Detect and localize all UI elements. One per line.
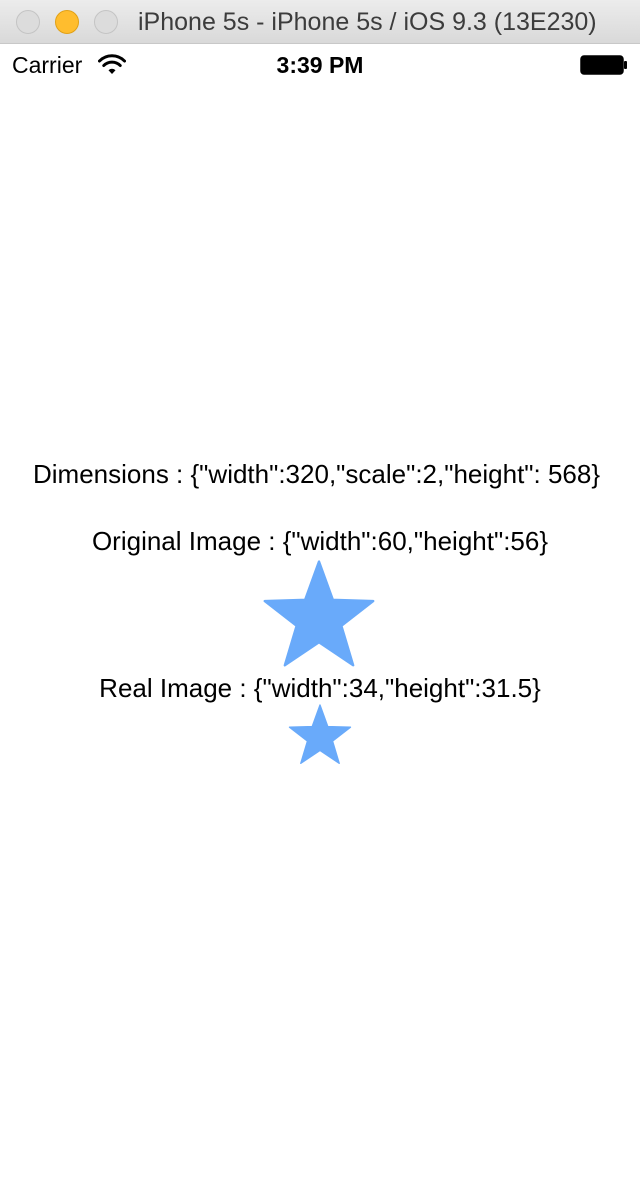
battery-icon xyxy=(580,55,627,75)
minimize-window-button[interactable] xyxy=(55,10,79,34)
dimensions-text: Dimensions : {"width":320,"scale":2,"hei… xyxy=(33,459,601,489)
zoom-window-button[interactable] xyxy=(94,10,118,34)
simulator-window: iPhone 5s - iPhone 5s / iOS 9.3 (13E230)… xyxy=(0,0,640,1180)
star-icon xyxy=(288,704,352,765)
status-bar: Carrier 3:39 PM xyxy=(0,44,640,86)
real-image-text: Real Image : {"width":34,"height":31.5} xyxy=(99,673,541,703)
close-window-button[interactable] xyxy=(16,10,40,34)
app-content: Dimensions : {"width":320,"scale":2,"hei… xyxy=(0,86,640,1180)
status-time: 3:39 PM xyxy=(276,52,364,78)
star-icon xyxy=(263,560,375,667)
window-title: iPhone 5s - iPhone 5s / iOS 9.3 (13E230) xyxy=(138,8,597,36)
original-image-text: Original Image : {"width":60,"height":56… xyxy=(91,526,549,556)
title-bar: iPhone 5s - iPhone 5s / iOS 9.3 (13E230) xyxy=(0,0,640,44)
